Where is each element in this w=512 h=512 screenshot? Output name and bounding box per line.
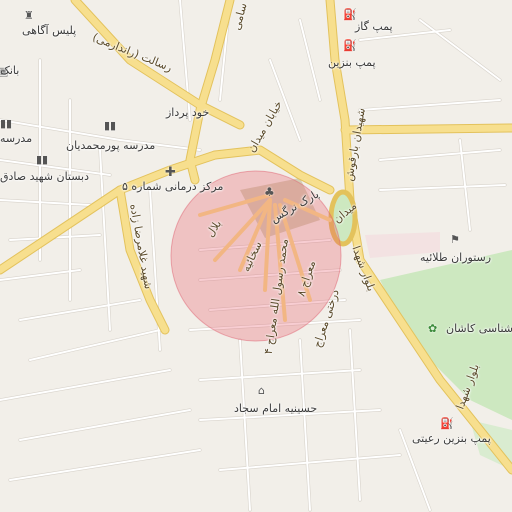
fuel-icon-3[interactable]: ⛽ (440, 418, 454, 429)
poi-hosseinieh[interactable]: حسینیه امام سجاد (234, 402, 317, 415)
fuel-icon-2[interactable]: ⛽ (343, 40, 357, 51)
police-icon[interactable]: ♜ (24, 10, 34, 21)
poi-school-pourmohammadian[interactable]: مدرسه پورمحمدیان (66, 139, 155, 152)
map-view[interactable]: ♜ ▣ ▮▮ ▮▮ ▮▮ ✚ ♣ ⛽ ⛽ ⚑ ✿ ⌂ ⛽ پلیس آگاهی … (0, 0, 512, 512)
poi-police[interactable]: پلیس آگاهی (22, 24, 76, 37)
cross-icon[interactable]: ✚ (165, 166, 176, 179)
poi-atm[interactable]: خود پرداز (166, 106, 209, 119)
poi-clinic[interactable]: مرکز درمانی شماره ۵ (122, 180, 223, 193)
poi-gas-pump[interactable]: پمپ گاز (355, 20, 393, 33)
poi-school-sadegh[interactable]: دبستان شهید صادق (0, 170, 89, 183)
school-icon[interactable]: ▮▮ (0, 118, 12, 129)
poi-bank[interactable]: بانک (0, 64, 19, 77)
mosque-icon[interactable]: ⌂ (258, 385, 265, 396)
poi-school[interactable]: مدرسه (0, 132, 32, 145)
school-icon-3[interactable]: ▮▮ (36, 154, 48, 165)
poi-gas-raiati[interactable]: پمپ بنزین رعیتی (412, 432, 491, 445)
poi-restaurant[interactable]: رستوران طلائیه (420, 251, 491, 264)
poi-gas-station[interactable]: پمپ بنزین (328, 56, 376, 69)
tree-icon[interactable]: ♣ (264, 186, 275, 198)
school-icon-2[interactable]: ▮▮ (104, 120, 116, 131)
fuel-icon[interactable]: ⛽ (343, 9, 357, 20)
poi-kashan[interactable]: شناسی کاشان (446, 322, 512, 335)
restaurant-icon[interactable]: ⚑ (450, 234, 460, 245)
lotus-icon[interactable]: ✿ (428, 323, 437, 334)
